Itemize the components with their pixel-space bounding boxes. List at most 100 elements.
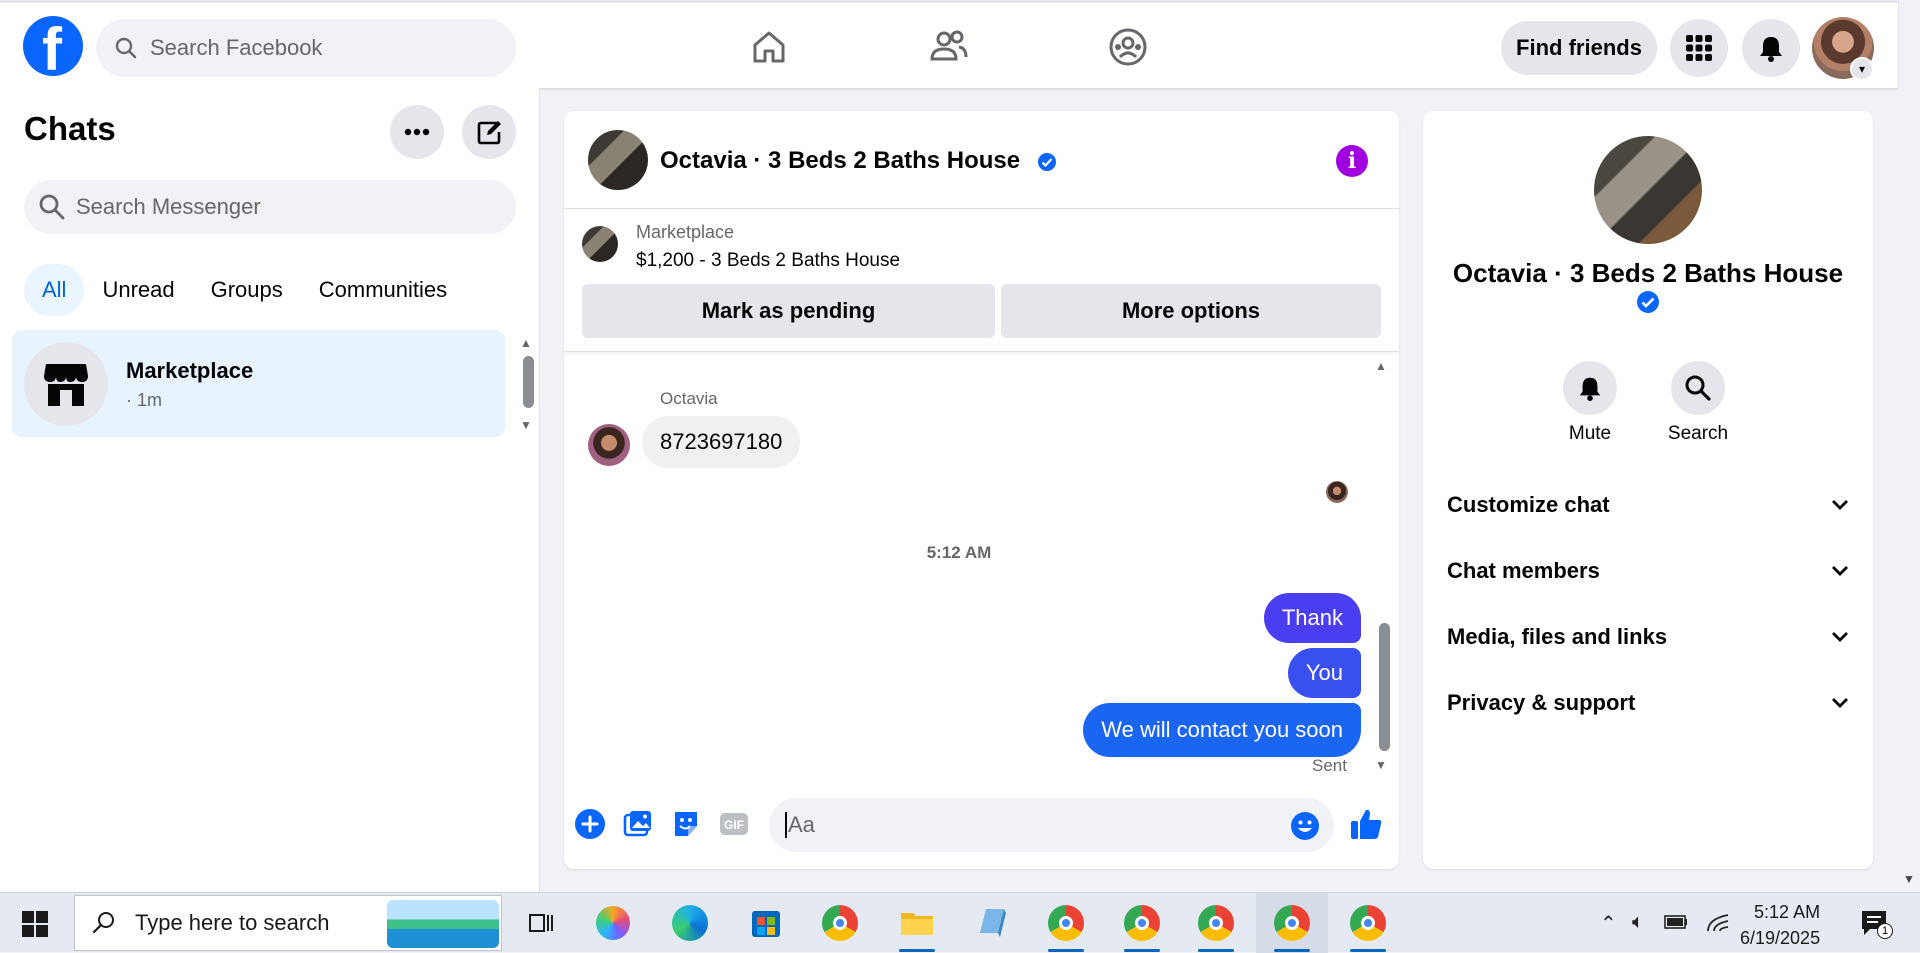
more-horizontal-icon [404,128,430,136]
scroll-down-arrow[interactable]: ▼ [520,418,532,432]
facebook-search-input[interactable]: Search Facebook [96,19,516,77]
search-conversation-button[interactable]: Search [1648,361,1748,445]
mute-label: Mute [1568,423,1612,444]
chats-sidebar: Chats Search Messenger All Unread Groups… [0,88,540,892]
new-message-button[interactable] [462,105,516,159]
battery-icon[interactable] [1664,915,1688,929]
svg-text:GIF: GIF [724,818,744,832]
bell-icon [1579,377,1601,401]
chrome-icon[interactable] [822,905,858,941]
grid-menu-icon [1686,35,1712,61]
info-icon[interactable]: i [1336,145,1368,177]
groups-icon[interactable] [1106,25,1150,69]
emoji-icon[interactable] [1290,811,1320,841]
task-view-icon[interactable] [520,903,560,943]
section-label: Media, files and links [1447,624,1668,649]
page-scroll-down-arrow[interactable]: ▼ [1903,872,1915,886]
system-clock[interactable]: 5:12 AM 6/19/2025 [1740,899,1820,951]
filter-unread[interactable]: Unread [84,264,192,316]
sticker-icon[interactable] [670,808,702,840]
file-explorer-icon[interactable] [897,903,937,943]
find-friends-button[interactable]: Find friends [1501,21,1657,75]
filter-groups[interactable]: Groups [193,264,301,316]
mute-button[interactable]: Mute [1540,361,1640,445]
chat-filters: All Unread Groups Communities [24,264,465,316]
notification-center-button[interactable]: 1 [1858,907,1893,939]
chats-title: Chats [24,110,116,147]
chrome-profile-icon[interactable] [1350,905,1386,941]
seen-indicator-avatar [1326,481,1348,503]
sender-avatar[interactable] [588,424,630,466]
facebook-logo[interactable]: f [23,16,83,76]
chat-name: Marketplace [126,358,254,383]
scroll-down-arrow[interactable]: ▼ [1375,758,1387,772]
windows-taskbar: Type here to search ⌃ 🔈︎ 5:12 AM 6/19/20… [0,892,1920,953]
privacy-support-section[interactable]: Privacy & support [1447,683,1849,723]
taskbar-search-placeholder: Type here to search [135,910,330,935]
scroll-up-arrow[interactable]: ▲ [1375,359,1387,373]
text-cursor [785,812,787,838]
plus-icon[interactable] [574,808,606,840]
filter-all[interactable]: All [24,264,85,316]
details-name[interactable]: Octavia · 3 Beds 2 Baths House [1423,258,1873,289]
search-icon [115,37,137,59]
notepad-app-icon[interactable] [972,903,1012,943]
listing-title[interactable]: $1,200 - 3 Beds 2 Baths House [636,250,900,272]
messenger-search-placeholder: Search Messenger [76,194,261,219]
more-options-button[interactable]: More options [1001,284,1381,338]
chevron-down-icon [1832,632,1848,642]
chevron-down-icon[interactable]: ▾ [1850,57,1874,81]
section-label: Chat members [1447,558,1600,583]
media-files-links-section[interactable]: Media, files and links [1447,617,1849,657]
copilot-icon[interactable] [596,906,630,940]
chrome-profile-icon[interactable] [1124,905,1160,941]
search-highlight-image [387,900,499,948]
outgoing-message[interactable]: You [1287,648,1361,698]
message-input[interactable]: Aa [769,798,1334,852]
home-icon[interactable] [747,25,791,69]
outgoing-message[interactable]: We will contact you soon [1083,703,1361,757]
conversation-avatar[interactable] [588,130,648,190]
message-status: Sent [1312,756,1347,775]
listing-thumbnail[interactable] [582,226,618,262]
friends-icon[interactable] [926,25,970,69]
marketplace-store-icon [44,364,88,406]
chrome-profile-icon[interactable] [1198,905,1234,941]
chats-options-button[interactable] [390,105,444,159]
windows-start-icon[interactable] [22,911,48,937]
gif-icon[interactable]: GIF [718,808,750,840]
chat-list-item[interactable]: Marketplace · 1m [12,330,505,437]
conversation-header: Octavia · 3 Beds 2 Baths House i [564,111,1399,209]
thumbs-up-icon[interactable] [1348,806,1384,842]
mark-as-pending-button[interactable]: Mark as pending [582,284,995,338]
taskbar-search-input[interactable]: Type here to search [74,895,502,951]
verified-badge-icon [1637,291,1659,313]
messages-scrollbar-thumb[interactable] [1379,623,1390,751]
menu-button[interactable] [1670,19,1728,77]
details-avatar[interactable] [1594,136,1702,244]
conversation-title[interactable]: Octavia · 3 Beds 2 Baths House [660,147,1057,175]
edge-browser-icon[interactable] [672,905,708,941]
volume-icon[interactable]: 🔈︎ [1632,911,1644,934]
search-icon [92,912,114,934]
search-icon [1685,375,1711,401]
chat-time: · 1m [126,390,162,410]
filter-communities[interactable]: Communities [301,264,465,316]
notifications-button[interactable] [1742,19,1800,77]
chat-members-section[interactable]: Chat members [1447,551,1849,591]
chrome-profile-h-icon[interactable] [1048,905,1084,941]
compose-icon [477,121,501,145]
microsoft-store-icon[interactable] [746,903,786,943]
outgoing-message[interactable]: Thank [1263,593,1361,643]
scroll-up-arrow[interactable]: ▲ [520,336,532,350]
messenger-search-input[interactable]: Search Messenger [24,180,516,234]
chats-scrollbar-thumb[interactable] [523,356,534,408]
chrome-profile-icon[interactable] [1274,905,1310,941]
incoming-message[interactable]: 8723697180 [642,416,801,468]
chevron-up-icon[interactable]: ⌃ [1600,911,1617,936]
photo-icon[interactable] [622,808,654,840]
customize-chat-section[interactable]: Customize chat [1447,485,1849,525]
clock-time: 5:12 AM [1754,902,1821,922]
wifi-icon[interactable] [1706,911,1730,933]
bell-icon [1760,37,1782,62]
